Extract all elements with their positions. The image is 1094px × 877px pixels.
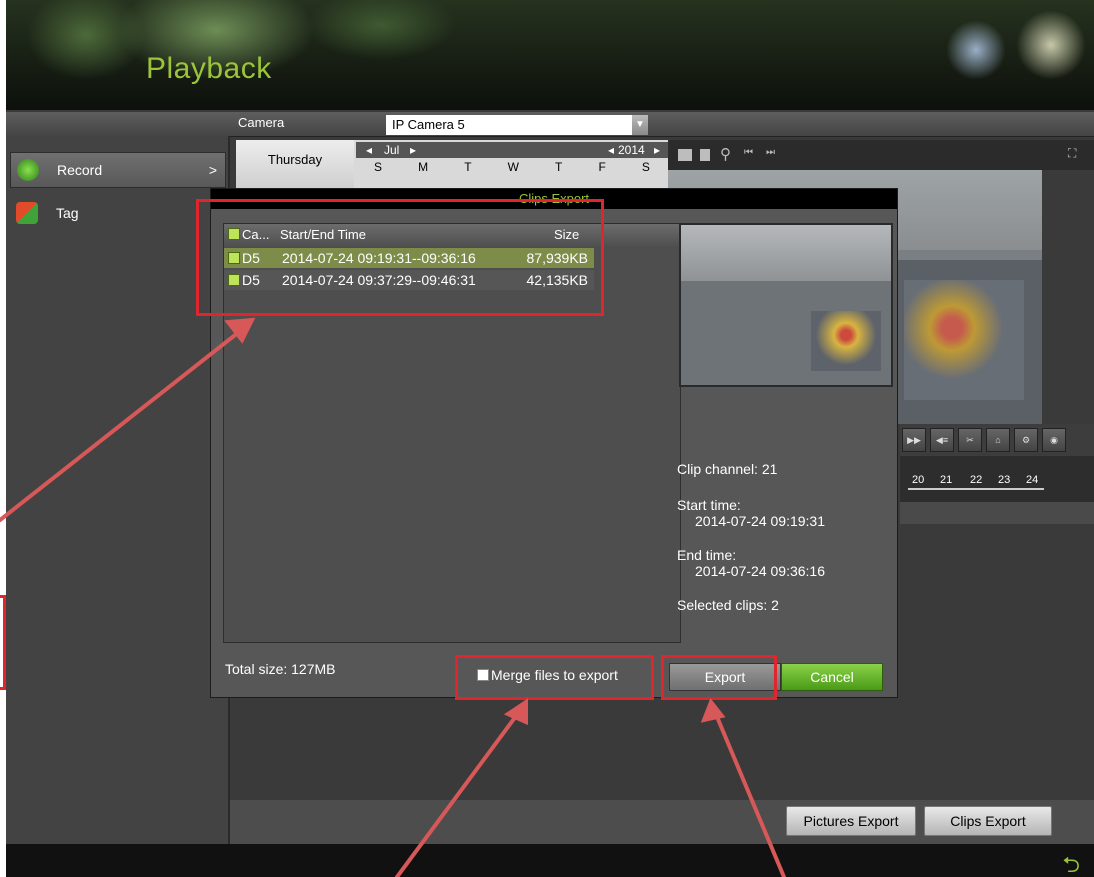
camera-select[interactable]: IP Camera 5 [386, 115, 644, 135]
calendar-year: 2014 [618, 143, 645, 157]
weekday-label: S [641, 160, 650, 174]
pictures-export-button[interactable]: Pictures Export [786, 806, 916, 836]
calendar-icon[interactable] [700, 149, 710, 161]
weekday-label: S [374, 160, 383, 174]
volume-button[interactable]: ◀≡ [930, 428, 954, 452]
bottom-bar: Pictures Export Clips Export [230, 800, 1094, 844]
weekday-label: W [507, 160, 519, 174]
timeline-tick: 22 [970, 474, 983, 486]
preview-crowd [811, 311, 881, 371]
calendar: Thursday ◂ Jul ▸ ◂ 2014 ▸ S M T W T F S [236, 140, 668, 188]
snapshot-button[interactable]: ◉ [1042, 428, 1066, 452]
timeline-track [900, 502, 1094, 524]
search-icon[interactable]: ⚲ [720, 145, 731, 163]
decor-orb [946, 20, 1006, 80]
skip-back-icon[interactable]: ⏮ [744, 147, 753, 158]
preview-buildings [681, 225, 891, 281]
calendar-header: ◂ Jul ▸ ◂ 2014 ▸ [356, 142, 668, 158]
decor-leaf [306, 0, 456, 60]
sidebar-item-label: Record [57, 162, 103, 178]
next-year-icon[interactable]: ▸ [654, 143, 660, 157]
clip-info: Clip channel: 21 Start time: 2014-07-24 … [677, 461, 895, 613]
footer-bar: ⮌ [6, 844, 1094, 877]
start-time-label: Start time: [677, 497, 741, 513]
start-time-value: 2014-07-24 09:19:31 [695, 513, 825, 529]
timeline-tick: 20 [912, 474, 925, 486]
playback-controls: ▶▶ ◀≡ ✂ ⌂ ⚙ ◉ [900, 424, 1094, 456]
back-icon[interactable]: ⮌ [1062, 848, 1080, 877]
weekday-label: M [418, 160, 429, 174]
tag-button[interactable]: ⌂ [986, 428, 1010, 452]
video-crowd [904, 280, 1024, 400]
sidebar-item-record[interactable]: Record > [10, 152, 226, 188]
layout-icon[interactable] [678, 149, 692, 161]
highlight-box-clip-list [196, 199, 604, 316]
skip-forward-icon[interactable]: ⏭ [766, 147, 775, 158]
timeline-ruler [908, 488, 1044, 490]
timeline-tick: 23 [998, 474, 1011, 486]
settings-button[interactable]: ⚙ [1014, 428, 1038, 452]
prev-year-icon[interactable]: ◂ [608, 143, 614, 157]
total-size: Total size: 127MB [225, 661, 336, 677]
camera-label: Camera [238, 115, 285, 130]
chevron-right-icon: > [208, 162, 217, 178]
next-month-icon[interactable]: ▸ [410, 143, 416, 157]
fast-forward-button[interactable]: ▶▶ [902, 428, 926, 452]
clip-preview [679, 223, 893, 387]
page-title: Playback [146, 52, 272, 85]
prev-month-icon[interactable]: ◂ [366, 143, 372, 157]
timeline[interactable]: 20 21 22 23 24 [900, 456, 1094, 502]
end-time-value: 2014-07-24 09:36:16 [695, 563, 825, 579]
calendar-weekdays: S M T W T F S [356, 160, 668, 178]
calendar-month: Jul [384, 143, 400, 157]
sidebar-item-label: Tag [56, 205, 79, 221]
record-icon [17, 159, 39, 181]
weekday-label: T [555, 160, 563, 174]
tag-icon [16, 202, 38, 224]
cancel-button[interactable]: Cancel [781, 663, 883, 691]
calendar-weekday: Thursday [236, 140, 354, 188]
clip-channel: Clip channel: 21 [677, 461, 778, 477]
dropdown-arrow-icon[interactable]: ▼ [632, 115, 648, 135]
weekday-label: F [598, 160, 606, 174]
fullscreen-icon[interactable]: ⛶ [1068, 146, 1076, 161]
highlight-box-export [661, 655, 777, 700]
video-toolbar: ⚲ ⏮ ⏭ ⛶ [668, 140, 1094, 170]
decor-orb [1016, 10, 1086, 80]
weekday-label: T [464, 160, 472, 174]
selected-clips: Selected clips: 2 [677, 597, 779, 613]
timeline-tick: 24 [1026, 474, 1039, 486]
sidebar-item-tag[interactable]: Tag [10, 196, 224, 230]
highlight-box-merge [455, 655, 654, 700]
highlight-box-partial [0, 595, 6, 690]
clips-export-button[interactable]: Clips Export [924, 806, 1052, 836]
end-time-label: End time: [677, 547, 737, 563]
timeline-tick: 21 [940, 474, 953, 486]
clip-button[interactable]: ✂ [958, 428, 982, 452]
header-banner: Playback [6, 0, 1094, 110]
